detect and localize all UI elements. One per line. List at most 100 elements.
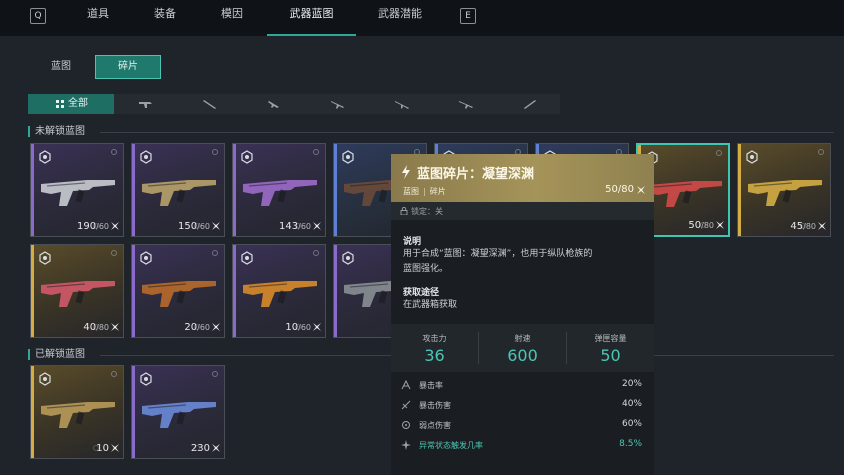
section-divider <box>100 132 834 133</box>
stat-fire-rate: 射速 600 <box>479 324 566 372</box>
weakspot-icon <box>402 421 410 429</box>
grid-icon <box>56 100 64 108</box>
blueprint-fragment-card[interactable]: 45/80 <box>737 143 831 237</box>
smg-icon[interactable] <box>136 97 156 111</box>
emblem-icon <box>140 251 152 265</box>
prev-tab-key[interactable]: Q <box>30 8 46 24</box>
blueprint-fragment-card[interactable]: 143/60 <box>232 143 326 237</box>
weapon-image <box>142 281 216 307</box>
rarity-bar <box>738 144 741 236</box>
corner-marker <box>212 371 218 377</box>
fragment-icon <box>818 222 826 230</box>
lock-toggle[interactable]: 锁定：关 <box>391 202 654 220</box>
blueprint-fragment-card[interactable]: 150/60 <box>131 143 225 237</box>
fragment-count: 143/60 <box>279 221 311 232</box>
tab-weapon-potential[interactable]: 武器潜能 <box>372 0 428 36</box>
owned-count: 150 <box>178 221 198 232</box>
tooltip-progress: 50/80 <box>605 184 634 195</box>
emblem-icon <box>140 150 152 164</box>
description-text-line-2: 蓝图强化。 <box>403 264 449 274</box>
required-count: /80 <box>803 222 816 231</box>
tab-equipment[interactable]: 装备 <box>145 0 185 36</box>
stat-value: 36 <box>424 346 445 365</box>
corner-marker <box>111 371 117 377</box>
description-heading: 说明 <box>403 237 422 247</box>
owned-count: 50 <box>688 220 702 231</box>
crit-damage-icon <box>401 400 411 410</box>
emblem-icon <box>39 150 51 164</box>
attr-crit-rate: 暴击率 20% <box>391 375 654 395</box>
stat-label: 攻击力 <box>422 334 447 343</box>
fragment-icon <box>716 221 724 229</box>
sniper-icon[interactable] <box>456 97 476 111</box>
next-tab-key[interactable]: E <box>460 8 476 24</box>
source-text: 在武器箱获取 <box>403 300 458 310</box>
rarity-bar <box>132 245 135 337</box>
blueprint-fragment-card[interactable]: 10/60 <box>232 244 326 338</box>
attr-name: 暴击率 <box>419 381 443 390</box>
required-count: /80 <box>701 221 714 230</box>
status-trigger-icon <box>401 440 411 450</box>
rarity-bar <box>334 245 337 337</box>
fragment-icon <box>212 444 220 452</box>
attr-crit-damage: 暴击伤害 40% <box>391 395 654 415</box>
weapon-image <box>41 402 115 428</box>
fragment-icon <box>111 444 119 452</box>
emblem-icon <box>342 150 354 164</box>
assault-rifle-icon[interactable] <box>392 97 412 111</box>
weapon-image <box>243 281 317 307</box>
attr-name: 弱点伤害 <box>419 421 451 430</box>
rarity-bar <box>31 144 34 236</box>
tab-memes[interactable]: 模因 <box>212 0 252 36</box>
owned-count: 190 <box>77 221 97 232</box>
stat-value: 600 <box>507 346 538 365</box>
stat-label: 射速 <box>514 334 531 343</box>
rarity-bar <box>132 366 135 458</box>
rifle-icon[interactable] <box>264 97 284 111</box>
fragment-count: 20/60 <box>184 322 210 333</box>
required-count: /60 <box>298 222 311 231</box>
pistol-icon[interactable] <box>200 97 220 111</box>
fragment-icon <box>313 222 321 230</box>
corner-marker <box>212 250 218 256</box>
required-count: /80 <box>96 323 109 332</box>
rarity-bar <box>132 144 135 236</box>
rarity-bar <box>31 366 34 458</box>
fragment-count: 50/80 <box>688 220 714 231</box>
blueprint-fragment-card[interactable]: 40/80 <box>30 244 124 338</box>
description-text-line-1: 用于合成“蓝图：凝望深渊”，也用于纵队枪族的 <box>403 249 593 259</box>
owned-count: 40 <box>83 322 97 333</box>
tooltip-category: 蓝图 | 碎片 <box>403 187 446 196</box>
emblem-icon <box>140 372 152 386</box>
owned-count: 10 <box>96 443 109 454</box>
emblem-icon <box>39 372 51 386</box>
stat-attack: 攻击力 36 <box>391 324 478 372</box>
attr-status-trigger: 异常状态触发几率 8.5% <box>391 435 654 455</box>
fragment-icon <box>111 323 119 331</box>
emblem-icon <box>746 150 758 164</box>
tab-items[interactable]: 道具 <box>78 0 118 36</box>
corner-marker <box>818 149 824 155</box>
weapon-image <box>142 402 216 428</box>
subtab-fragments[interactable]: 碎片 <box>95 55 161 79</box>
rarity-bar <box>31 245 34 337</box>
owned-count: 20 <box>184 322 198 333</box>
emblem-icon <box>241 150 253 164</box>
fragment-count: 10/60 <box>285 322 311 333</box>
blueprint-fragment-card[interactable]: 230 <box>131 365 225 459</box>
tab-weapon-blueprints[interactable]: 武器蓝图 <box>267 0 356 36</box>
weapon-image <box>243 180 317 206</box>
filter-all-label: 全部 <box>68 98 88 109</box>
blueprint-fragment-card[interactable]: 10 <box>30 365 124 459</box>
subtab-blueprint[interactable]: 蓝图 <box>28 55 94 79</box>
blueprint-fragment-card[interactable]: 190/60 <box>30 143 124 237</box>
filter-all-button[interactable]: 全部 <box>28 94 114 114</box>
tooltip-subtype: 碎片 <box>429 187 446 196</box>
knife-icon[interactable] <box>520 97 540 111</box>
lock-icon <box>400 207 408 215</box>
blueprint-fragment-card[interactable]: 20/60 <box>131 244 225 338</box>
weapon-stats: 攻击力 36 射速 600 弹匣容量 50 <box>391 324 654 372</box>
shotgun-icon[interactable] <box>328 97 348 111</box>
attr-name: 异常状态触发几率 <box>419 441 483 450</box>
emblem-icon <box>241 251 253 265</box>
